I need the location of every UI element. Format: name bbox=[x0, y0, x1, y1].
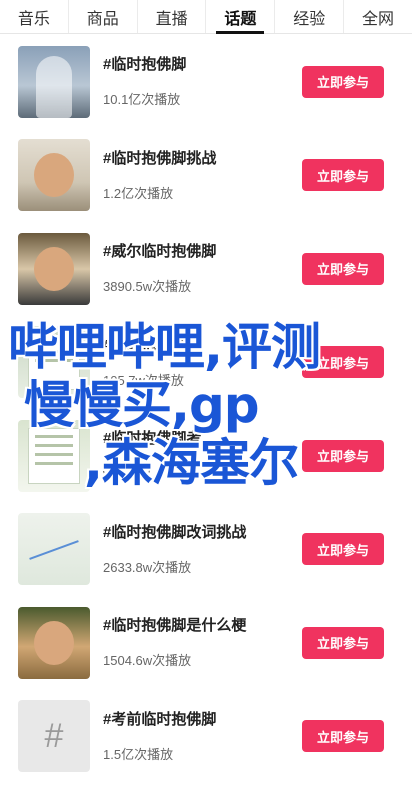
topic-view-count: 3890.5w次播放 bbox=[103, 279, 192, 295]
topic-row[interactable]: #临时抱佛脚挑战 1.2亿次播放 立即参与 bbox=[0, 129, 412, 223]
person-image bbox=[34, 153, 74, 198]
topic-row[interactable]: #临时抱佛脚 10.1亿次播放 立即参与 bbox=[0, 35, 412, 129]
topic-thumbnail-hashtag[interactable]: # bbox=[18, 700, 90, 773]
topic-thumbnail-man[interactable] bbox=[18, 606, 90, 679]
topic-thumbnail-map[interactable] bbox=[18, 513, 90, 586]
join-button[interactable]: 立即参与 bbox=[302, 346, 384, 379]
topic-title[interactable]: #临时抱佛脚挑战 bbox=[103, 149, 302, 169]
topic-view-count: w次播放 bbox=[103, 466, 152, 482]
topic-meta: #临时抱佛脚改词挑战 2633.8w次播放 bbox=[103, 523, 302, 576]
tab-products[interactable]: 商品 bbox=[69, 0, 138, 33]
topic-view-count: 2633.8w次播放 bbox=[103, 559, 192, 575]
topic-title[interactable]: #临时抱佛脚 bbox=[103, 55, 302, 75]
join-button[interactable]: 立即参与 bbox=[302, 439, 384, 472]
tab-live[interactable]: 直播 bbox=[138, 0, 207, 33]
topic-title[interactable]: #临时抱佛脚是什么梗 bbox=[103, 616, 302, 636]
topic-meta: #考前临时抱佛脚 1.5亿次播放 bbox=[103, 710, 302, 763]
topic-row[interactable]: #临时抱佛脚改词挑战 2633.8w次播放 立即参与 bbox=[0, 503, 412, 597]
topic-row[interactable]: #临时抱佛脚 105.7w次播放 立即参与 bbox=[0, 316, 412, 410]
topic-title[interactable]: #威尔临时抱佛脚 bbox=[103, 242, 302, 262]
singer-image bbox=[34, 246, 74, 291]
join-button[interactable]: 立即参与 bbox=[302, 720, 384, 753]
topic-meta: #威尔临时抱佛脚 3890.5w次播放 bbox=[103, 242, 302, 295]
topic-thumbnail-person[interactable] bbox=[18, 139, 90, 212]
topic-row[interactable]: # #考前临时抱佛脚 1.5亿次播放 立即参与 bbox=[0, 690, 412, 784]
topic-title[interactable]: #考前临时抱佛脚 bbox=[103, 710, 302, 730]
join-button[interactable]: 立即参与 bbox=[302, 252, 384, 285]
hashtag-icon: # bbox=[44, 716, 64, 755]
topic-title[interactable]: #临时抱佛脚考 bbox=[103, 429, 302, 449]
topic-meta: #临时抱佛脚考 w次播放 bbox=[103, 429, 302, 482]
topic-view-count: 1.5亿次播放 bbox=[103, 746, 174, 762]
topic-thumbnail-singer[interactable] bbox=[18, 232, 90, 305]
topic-thumbnail-statue[interactable] bbox=[18, 45, 90, 118]
join-button[interactable]: 立即参与 bbox=[302, 626, 384, 659]
map-route-image bbox=[29, 540, 79, 561]
notes-image bbox=[28, 427, 80, 484]
tab-topics[interactable]: 话题 bbox=[206, 0, 276, 34]
category-tab-bar: 音乐 商品 直播 话题 经验 全网 bbox=[0, 0, 412, 34]
topic-view-count: 1504.6w次播放 bbox=[103, 653, 192, 669]
join-button[interactable]: 立即参与 bbox=[302, 65, 384, 98]
tab-music[interactable]: 音乐 bbox=[0, 0, 69, 33]
topic-title[interactable]: #临时抱佛脚改词挑战 bbox=[103, 523, 302, 543]
tab-whole-web[interactable]: 全网 bbox=[344, 0, 412, 33]
topic-thumbnail-notes[interactable] bbox=[18, 419, 90, 492]
topic-view-count: 1.2亿次播放 bbox=[103, 185, 174, 201]
topic-list: #临时抱佛脚 10.1亿次播放 立即参与 #临时抱佛脚挑战 1.2亿次播放 立即… bbox=[0, 35, 412, 783]
topic-title[interactable]: #临时抱佛脚 bbox=[103, 336, 302, 356]
topic-meta: #临时抱佛脚挑战 1.2亿次播放 bbox=[103, 149, 302, 202]
topic-meta: #临时抱佛脚 10.1亿次播放 bbox=[103, 55, 302, 108]
topic-view-count: 105.7w次播放 bbox=[103, 372, 184, 388]
tab-experience[interactable]: 经验 bbox=[275, 0, 345, 33]
topic-view-count: 10.1亿次播放 bbox=[103, 92, 181, 108]
join-button[interactable]: 立即参与 bbox=[302, 533, 384, 566]
topic-row[interactable]: #威尔临时抱佛脚 3890.5w次播放 立即参与 bbox=[0, 222, 412, 316]
statue-image bbox=[36, 55, 72, 118]
topic-thumbnail-document[interactable] bbox=[18, 326, 90, 399]
man-image bbox=[34, 620, 74, 665]
join-button[interactable]: 立即参与 bbox=[302, 159, 384, 192]
topic-row[interactable]: #临时抱佛脚考 w次播放 立即参与 bbox=[0, 409, 412, 503]
topic-meta: #临时抱佛脚 105.7w次播放 bbox=[103, 336, 302, 389]
topic-row[interactable]: #临时抱佛脚是什么梗 1504.6w次播放 立即参与 bbox=[0, 596, 412, 690]
topic-meta: #临时抱佛脚是什么梗 1504.6w次播放 bbox=[103, 616, 302, 669]
document-image bbox=[28, 334, 80, 391]
